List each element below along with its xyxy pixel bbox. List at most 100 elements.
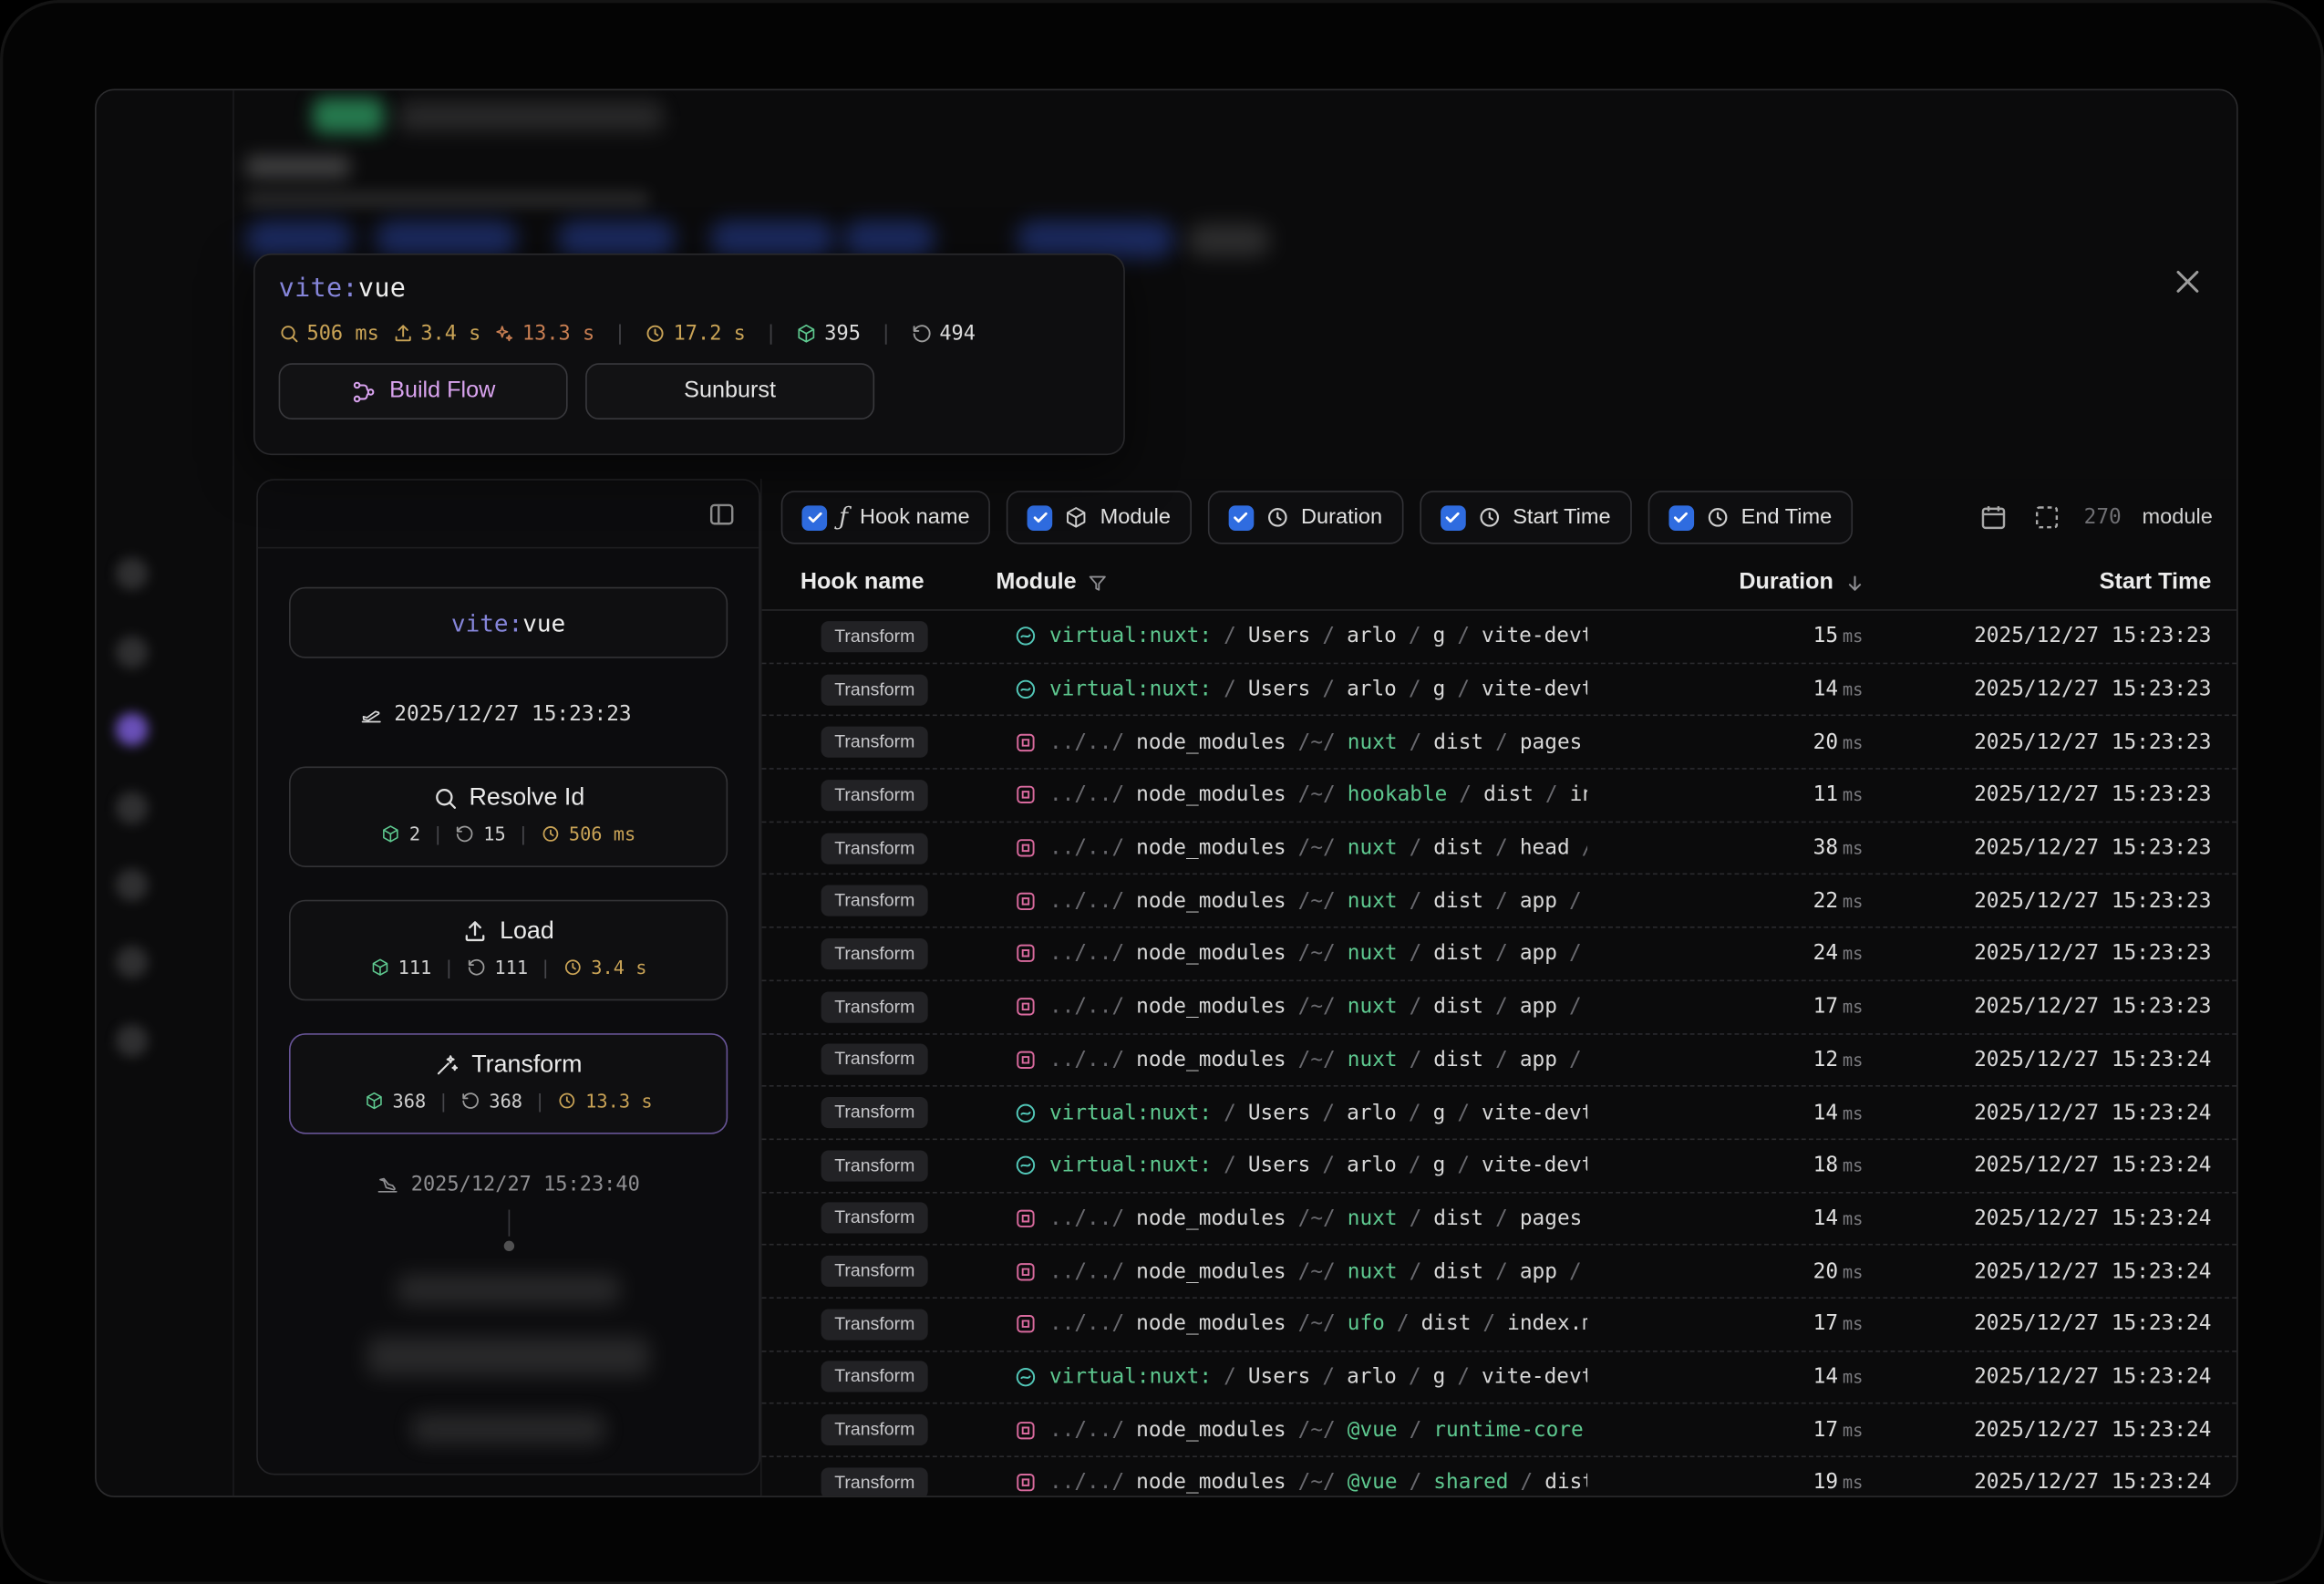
- column-header-module[interactable]: Module: [996, 569, 1587, 595]
- module-path-segment: app: [1520, 1259, 1557, 1283]
- select-modules-icon[interactable]: [2030, 501, 2063, 533]
- table-row[interactable]: Transform../../node_modules/~/@vue/share…: [762, 1457, 2237, 1496]
- start-time-cell: 2025/12/27 15:23:24: [1974, 1312, 2236, 1336]
- module-path-segment: virtual:nuxt:: [1049, 1101, 1212, 1124]
- sunburst-button[interactable]: Sunburst: [585, 363, 874, 419]
- module-path-segment: dist: [1483, 783, 1534, 807]
- module-path-segment: ../../: [1049, 836, 1124, 860]
- duration-unit: ms: [1843, 1473, 1864, 1494]
- table-row[interactable]: Transform../../node_modules/~/nuxt/dist/…: [762, 928, 2237, 981]
- stat-separator: |: [534, 1090, 545, 1112]
- hook-cell: Transform: [762, 991, 997, 1022]
- blurred-pill: [710, 221, 835, 258]
- blurred-badge: [313, 98, 384, 133]
- hook-badge: Transform: [821, 833, 928, 864]
- module-cell: ../../node_modules/~/@vue/shared/dist/sh…: [996, 1471, 1587, 1495]
- duration-unit: ms: [1843, 1314, 1864, 1335]
- checkbox-checked-icon[interactable]: [1028, 505, 1053, 531]
- table-row[interactable]: Transform../../node_modules/~/nuxt/dist/…: [762, 717, 2237, 770]
- filter-chip-module[interactable]: Module: [1007, 491, 1191, 544]
- table-row[interactable]: Transform../../node_modules/~/nuxt/dist/…: [762, 1193, 2237, 1246]
- duration-cell: 24ms: [1813, 942, 1869, 966]
- virtual-file-icon: [1014, 678, 1038, 701]
- filter-chip-start-time[interactable]: Start Time: [1420, 491, 1632, 544]
- flow-node-load[interactable]: Load111|111|3.4 s: [289, 900, 728, 1001]
- table-row[interactable]: Transform../../node_modules/~/nuxt/dist/…: [762, 823, 2237, 875]
- flow-panel-header: [258, 481, 759, 549]
- blurred-sidebar-divider: [232, 90, 234, 1496]
- module-path-segment: /: [1495, 889, 1508, 913]
- module-path-segment: ../../: [1049, 1312, 1124, 1336]
- build-flow-button[interactable]: Build Flow: [279, 363, 568, 419]
- table-row[interactable]: Transform../../node_modules/~/hookable/d…: [762, 770, 2237, 823]
- cube-icon: [796, 323, 817, 344]
- plugin-title: vite:vue: [279, 274, 1100, 305]
- plugin-title-prefix: vite:: [279, 274, 358, 305]
- filter-toolbar: ƒHook name Module Duration Start Time End Ti…: [762, 479, 2237, 556]
- button-label: Sunburst: [684, 378, 776, 405]
- filter-chip-end-time[interactable]: End Time: [1647, 491, 1853, 544]
- hook-cell: Transform: [762, 833, 997, 864]
- table-row[interactable]: Transform../../node_modules/~/ufo/dist/i…: [762, 1299, 2237, 1351]
- table-row[interactable]: Transformvirtual:nuxt:/Users/arlo/g/vite…: [762, 1087, 2237, 1140]
- checkbox-checked-icon[interactable]: [1668, 505, 1694, 531]
- module-path-segment: dist: [1433, 889, 1483, 913]
- column-label: Duration: [1739, 569, 1833, 595]
- stat-separator: |: [540, 957, 551, 978]
- table-row[interactable]: Transform../../node_modules/~/nuxt/dist/…: [762, 981, 2237, 1034]
- module-path-segment: /~/: [1298, 889, 1336, 913]
- hook-badge: Transform: [821, 1097, 928, 1128]
- table-row[interactable]: Transformvirtual:nuxt:/Users/arlo/g/vite…: [762, 1351, 2237, 1404]
- module-path-segment: /: [1224, 1365, 1236, 1389]
- table-row[interactable]: Transform../../node_modules/~/nuxt/dist/…: [762, 1034, 2237, 1087]
- table-row[interactable]: Transform../../node_modules/~/nuxt/dist/…: [762, 875, 2237, 928]
- start-time-cell: 2025/12/27 15:23:23: [1974, 995, 2236, 1019]
- duration-unit: ms: [1843, 838, 1864, 859]
- checkbox-checked-icon[interactable]: [801, 505, 827, 531]
- clock-icon: [557, 1091, 576, 1110]
- node-modules-count: 368: [392, 1090, 426, 1112]
- module-path-segment: node_modules: [1136, 1048, 1286, 1072]
- flow-start-time-label: 2025/12/27 15:23:23: [394, 703, 631, 727]
- start-time-cell: 2025/12/27 15:23:23: [1974, 783, 2236, 807]
- table-row[interactable]: Transformvirtual:nuxt:/Users/arlo/g/vite…: [762, 664, 2237, 717]
- column-label: Module: [996, 569, 1076, 595]
- duration-value: 20: [1813, 1259, 1838, 1283]
- duration-unit: ms: [1843, 1367, 1864, 1388]
- checkbox-checked-icon[interactable]: [1228, 505, 1254, 531]
- table-row[interactable]: Transform../../node_modules/~/@vue/runti…: [762, 1404, 2237, 1457]
- module-path-segment: ../../: [1049, 942, 1124, 966]
- blurred-nav-icon: [116, 946, 149, 978]
- hook-badge: Transform: [821, 885, 928, 916]
- hook-cell: Transform: [762, 1256, 997, 1287]
- flow-root-node[interactable]: vite:vue: [289, 587, 728, 658]
- module-path-segment: nuxt: [1348, 942, 1398, 966]
- module-path-segment: /~/: [1298, 1471, 1336, 1495]
- flow-node-transform[interactable]: Transform368|368|13.3 s: [289, 1033, 728, 1134]
- filter-chip-hook-name[interactable]: ƒHook name: [781, 491, 991, 544]
- table-row[interactable]: Transform../../node_modules/~/nuxt/dist/…: [762, 1246, 2237, 1299]
- flow-node-resolve-id[interactable]: Resolve Id2|15|506 ms: [289, 766, 728, 867]
- flow-nodes: Resolve Id2|15|506 msLoad111|111|3.4 sTr…: [258, 727, 759, 1134]
- checkbox-checked-icon[interactable]: [1441, 505, 1466, 531]
- upload-icon: [462, 919, 488, 945]
- module-path-segment: arlo: [1347, 1101, 1397, 1124]
- module-path-segment: /: [1569, 942, 1582, 966]
- module-path-segment: /: [1224, 1101, 1236, 1124]
- filter-chip-duration[interactable]: Duration: [1208, 491, 1403, 544]
- close-icon[interactable]: [2165, 259, 2210, 304]
- duration-cell: 17ms: [1813, 1418, 1869, 1442]
- duration-cell: 14ms: [1813, 1101, 1869, 1124]
- table-row[interactable]: Transformvirtual:nuxt:/Users/arlo/g/vite…: [762, 611, 2237, 664]
- clock-icon: [1706, 505, 1730, 529]
- hook-badge: Transform: [821, 780, 928, 811]
- clock-icon: [1477, 505, 1501, 529]
- module-path-segment: nuxt: [1348, 1048, 1398, 1072]
- calendar-icon[interactable]: [1978, 501, 2010, 533]
- blurred-pill: [557, 221, 676, 258]
- column-header-duration[interactable]: Duration: [1587, 569, 1869, 595]
- stat-separator: |: [880, 322, 892, 346]
- panel-toggle-icon[interactable]: [704, 496, 739, 532]
- table-row[interactable]: Transformvirtual:nuxt:/Users/arlo/g/vite…: [762, 1140, 2237, 1193]
- module-path-segment: ../../: [1049, 889, 1124, 913]
